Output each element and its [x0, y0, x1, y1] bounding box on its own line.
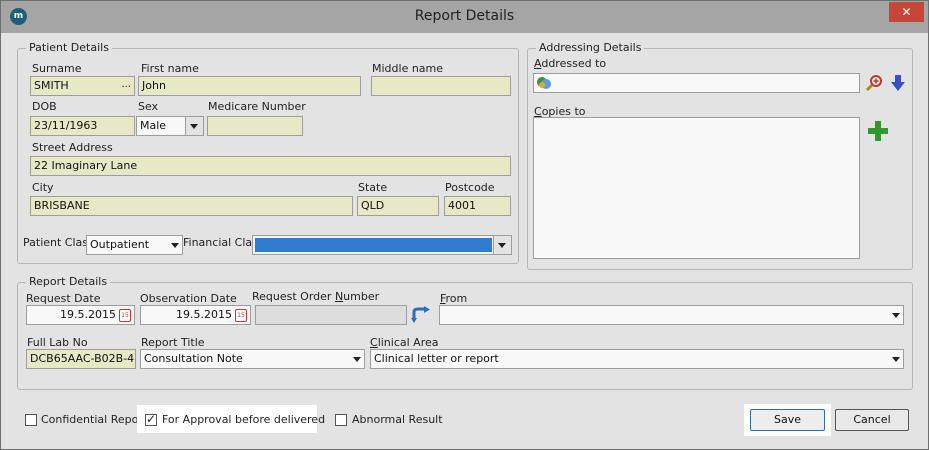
request-order-label-rest: umber: [343, 290, 380, 303]
full-lab-label: Full Lab No: [27, 336, 88, 349]
observation-date-label: Observation Date: [140, 292, 237, 305]
window-title: Report Details: [414, 8, 515, 24]
copies-to-list[interactable]: [533, 117, 860, 259]
sex-label: Sex: [138, 100, 159, 113]
report-title-select[interactable]: Consultation Note: [140, 349, 365, 369]
from-select[interactable]: [439, 305, 904, 325]
chevron-down-icon: [498, 243, 506, 248]
full-lab-field[interactable]: DCB65AAC-B02B-488.: [26, 349, 136, 369]
surname-label: Surname: [32, 62, 82, 75]
abnormal-checkbox[interactable]: [335, 414, 347, 426]
addressing-details-legend: Addressing Details: [536, 42, 645, 54]
patient-class-value: Outpatient: [90, 238, 150, 251]
report-details-window: m Report Details ✕ Patient Details Surna…: [0, 0, 929, 450]
refresh-arrow-icon[interactable]: [411, 306, 431, 324]
city-label: City: [32, 181, 54, 194]
add-copy-icon[interactable]: [867, 120, 889, 142]
request-date-field[interactable]: 19.5.2015 15: [26, 305, 135, 325]
request-date-value: 19.5.2015: [60, 308, 116, 321]
surname-value: SMITH: [34, 79, 69, 92]
approval-label: For Approval before delivered: [162, 413, 326, 426]
request-order-label-prefix: Request Order: [252, 290, 335, 303]
middlename-label: Middle name: [372, 62, 444, 75]
city-field[interactable]: BRISBANE: [30, 196, 353, 216]
from-label: From: [440, 293, 467, 305]
address-book-icon: [537, 77, 551, 89]
clinical-area-label-mnemonic: C: [370, 336, 378, 349]
report-title-value: Consultation Note: [144, 352, 243, 365]
observation-date-value: 19.5.2015: [176, 308, 232, 321]
abnormal-label: Abnormal Result: [352, 413, 443, 426]
clinical-area-label-rest: linical Area: [377, 336, 439, 349]
medicare-field[interactable]: [207, 116, 303, 136]
confidential-label: Confidential Report: [41, 413, 148, 426]
state-field[interactable]: QLD: [357, 196, 439, 216]
request-order-label: Request Order Number: [252, 291, 379, 303]
cancel-button[interactable]: Cancel: [835, 409, 909, 431]
arrow-down-icon[interactable]: [891, 74, 905, 92]
street-field[interactable]: 22 Imaginary Lane: [30, 156, 511, 176]
patient-class-label: Patient Class: [23, 236, 94, 249]
search-address-icon[interactable]: [865, 74, 883, 92]
dob-field[interactable]: 23/11/1963: [30, 116, 135, 136]
close-button[interactable]: ✕: [889, 2, 924, 22]
surname-field[interactable]: SMITH ...: [30, 76, 135, 96]
patient-details-legend: Patient Details: [26, 42, 112, 54]
request-date-label: Request Date: [26, 292, 101, 305]
postcode-field[interactable]: 4001: [444, 196, 511, 216]
calendar-icon[interactable]: 15: [119, 309, 131, 322]
clinical-area-select[interactable]: Clinical letter or report: [370, 349, 904, 369]
chevron-down-icon: [353, 357, 361, 362]
dob-label: DOB: [32, 100, 57, 113]
middlename-field[interactable]: [371, 76, 511, 96]
request-order-label-mnemonic: N: [334, 290, 344, 303]
save-button[interactable]: Save: [750, 409, 825, 431]
confidential-checkbox[interactable]: [25, 414, 37, 426]
chevron-down-icon: [171, 243, 179, 248]
approval-checkbox[interactable]: [145, 412, 157, 426]
request-order-field[interactable]: [255, 305, 407, 325]
clinical-area-label: Clinical Area: [370, 337, 438, 349]
street-label: Street Address: [32, 141, 113, 154]
report-details-legend: Report Details: [26, 276, 111, 288]
addressed-to-label-rest: ddressed to: [541, 57, 607, 70]
from-label-rest: rom: [445, 292, 468, 305]
sex-value: Male: [140, 119, 167, 132]
state-label: State: [358, 181, 388, 194]
report-title-label: Report Title: [141, 336, 205, 349]
chevron-down-icon: [892, 313, 900, 318]
firstname-label: First name: [141, 62, 199, 75]
financial-class-select[interactable]: [252, 235, 512, 255]
clinical-area-value: Clinical letter or report: [374, 352, 499, 365]
addressed-to-field[interactable]: [533, 73, 860, 93]
firstname-field[interactable]: John: [138, 76, 361, 96]
sex-select[interactable]: Male: [136, 116, 204, 136]
patient-class-select[interactable]: Outpatient: [86, 235, 183, 255]
financial-class-selected: [255, 238, 492, 252]
chevron-down-icon: [190, 124, 198, 129]
title-bar: m Report Details ✕: [1, 1, 928, 33]
postcode-label: Postcode: [445, 181, 495, 194]
chevron-down-icon: [892, 357, 900, 362]
sex-dropdown-button[interactable]: [185, 117, 203, 135]
addressed-to-label: Addressed to: [534, 58, 606, 70]
calendar-icon[interactable]: 15: [235, 309, 247, 322]
financial-class-dropdown-button[interactable]: [493, 236, 511, 254]
observation-date-field[interactable]: 19.5.2015 15: [140, 305, 251, 325]
surname-lookup-button[interactable]: ...: [121, 77, 131, 93]
medicare-label: Medicare Number: [208, 100, 306, 113]
